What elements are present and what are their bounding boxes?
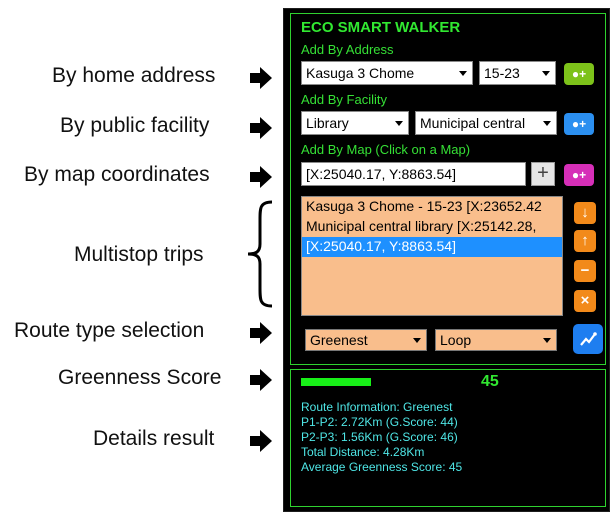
house-number-select[interactable]: 15-23 xyxy=(479,61,556,85)
annotation-multistop-trips: Multistop trips xyxy=(74,243,204,266)
facility-name-select[interactable]: Municipal central xyxy=(415,111,557,135)
app-title: ECO SMART WALKER xyxy=(301,19,461,36)
remove-button[interactable]: − xyxy=(574,260,596,282)
facility-heading: Add By Facility xyxy=(301,92,387,107)
facility-type-select[interactable]: Library xyxy=(301,111,409,135)
house-number-value: 15-23 xyxy=(484,65,520,81)
map-coords-input[interactable]: [X:25040.17, Y:8863.54] xyxy=(301,162,526,186)
route-type-value: Greenest xyxy=(310,332,368,348)
details-line: Route Information: Greenest xyxy=(301,400,453,414)
route-builder-box: ECO SMART WALKER Add By Address Kasuga 3… xyxy=(290,13,606,365)
move-down-button[interactable]: ↓ xyxy=(574,202,596,224)
add-address-button[interactable]: ●+ xyxy=(564,63,594,85)
trip-list[interactable]: Kasuga 3 Chome - 15-23 [X:23652.42 Munic… xyxy=(301,196,563,316)
eco-smart-walker-panel: ECO SMART WALKER Add By Address Kasuga 3… xyxy=(283,8,610,512)
address-heading: Add By Address xyxy=(301,42,394,57)
annotation-home-address: By home address xyxy=(52,64,216,87)
details-line: Total Distance: 4.28Km xyxy=(301,445,425,459)
plus-button[interactable]: + xyxy=(531,162,555,186)
greenness-score-value: 45 xyxy=(481,373,499,390)
greenness-score-bar xyxy=(301,378,371,386)
route-details: Route Information: Greenest P1-P2: 2.72K… xyxy=(301,400,462,475)
calculate-route-button[interactable] xyxy=(573,324,603,354)
annotation-details-result: Details result xyxy=(93,427,215,450)
add-facility-button[interactable]: ●+ xyxy=(564,113,594,135)
arrow-right-icon xyxy=(250,322,272,344)
route-graph-icon xyxy=(580,332,597,346)
arrow-right-icon xyxy=(250,166,272,188)
details-line: Average Greenness Score: 45 xyxy=(301,460,463,474)
results-box: 45 Route Information: Greenest P1-P2: 2.… xyxy=(290,369,606,507)
details-line: P1-P2: 2.72Km (G.Score: 44) xyxy=(301,415,458,429)
arrow-right-icon xyxy=(250,430,272,452)
annotation-map-coordinates: By map coordinates xyxy=(24,163,210,186)
clear-button[interactable]: × xyxy=(574,290,596,312)
annotation-public-facility: By public facility xyxy=(60,114,210,137)
details-line: P2-P3: 1.56Km (G.Score: 46) xyxy=(301,430,458,444)
facility-name-value: Municipal central xyxy=(420,115,526,131)
move-up-button[interactable]: ↑ xyxy=(574,230,596,252)
arrow-right-icon xyxy=(250,67,272,89)
chevron-down-icon xyxy=(459,71,467,76)
facility-type-value: Library xyxy=(306,115,349,131)
chevron-down-icon xyxy=(543,338,551,343)
arrow-right-icon xyxy=(250,369,272,391)
route-type-select[interactable]: Greenest xyxy=(305,329,427,351)
trip-list-item-selected[interactable]: [X:25040.17, Y:8863.54] xyxy=(302,237,562,257)
add-map-point-button[interactable]: ●+ xyxy=(564,164,594,186)
chevron-down-icon xyxy=(395,121,403,126)
trip-list-item[interactable]: Kasuga 3 Chome - 15-23 [X:23652.42 xyxy=(302,197,562,217)
street-value: Kasuga 3 Chome xyxy=(306,65,415,81)
annotation-greenness-score: Greenness Score xyxy=(58,366,222,389)
map-heading: Add By Map (Click on a Map) xyxy=(301,142,471,157)
chevron-down-icon xyxy=(543,121,551,126)
route-shape-value: Loop xyxy=(440,332,472,348)
street-select[interactable]: Kasuga 3 Chome xyxy=(301,61,473,85)
chevron-down-icon xyxy=(542,71,550,76)
trip-list-item[interactable]: Municipal central library [X:25142.28, xyxy=(302,217,562,237)
arrow-right-icon xyxy=(250,117,272,139)
route-shape-select[interactable]: Loop xyxy=(435,329,557,351)
annotation-route-type: Route type selection xyxy=(14,319,205,342)
chevron-down-icon xyxy=(413,338,421,343)
curly-brace-icon xyxy=(247,200,273,308)
